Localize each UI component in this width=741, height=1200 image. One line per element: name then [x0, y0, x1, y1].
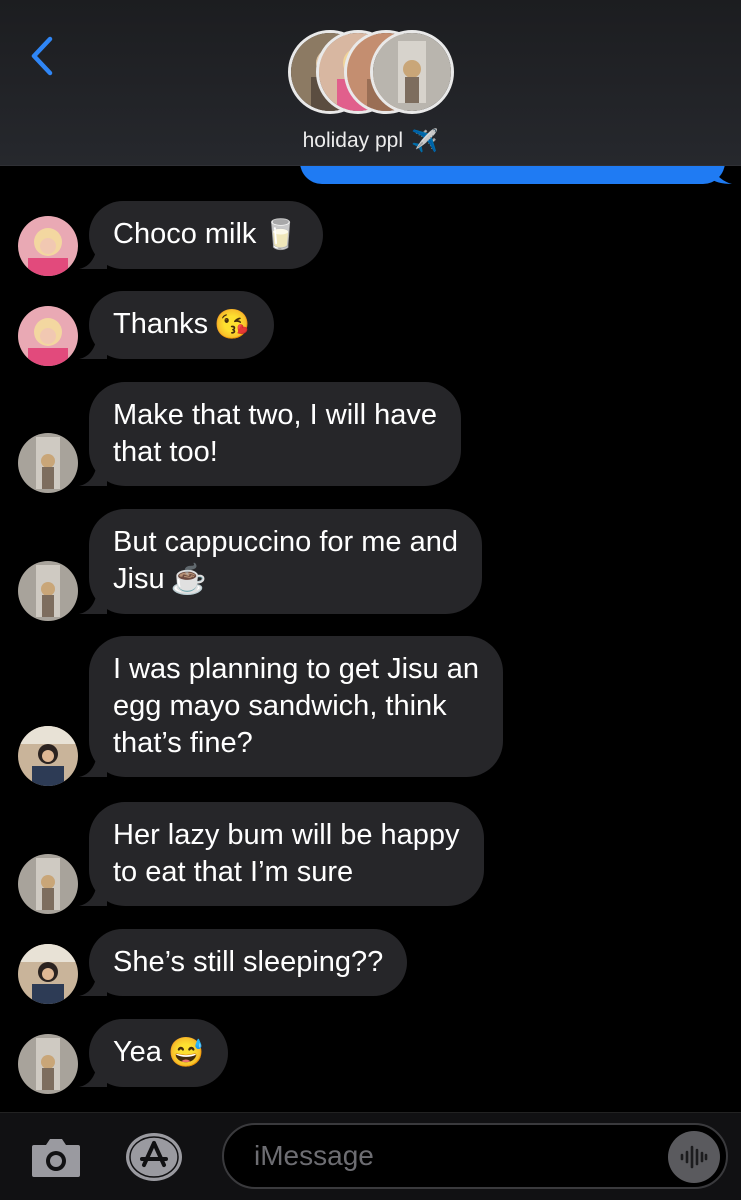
message-bubble[interactable]: Thanks 😘	[79, 291, 275, 359]
message-text: I was planning to get Jisu an egg mayo s…	[113, 653, 479, 759]
avatar-blonde[interactable]	[18, 306, 78, 366]
message-bubble[interactable]: She’s still sleeping??	[79, 929, 408, 996]
imessage-input[interactable]: iMessage	[222, 1123, 728, 1189]
bubble-tail	[79, 1062, 107, 1087]
conversation-title[interactable]: holiday ppl ✈️	[0, 124, 741, 158]
group-avatar-4	[370, 30, 454, 114]
bubble-tail	[79, 882, 107, 906]
airplane-emoji: ✈️	[411, 128, 439, 153]
bubble-tail	[79, 972, 107, 996]
sent-bubble-tail	[710, 166, 732, 184]
milk-emoji: 🥛	[262, 218, 299, 251]
avatar-dark-hair[interactable]	[18, 726, 78, 786]
avatar-blonde[interactable]	[18, 216, 78, 276]
message-bubble[interactable]: But cappuccino for me and Jisu ☕	[79, 509, 482, 614]
coffee-emoji: ☕	[170, 563, 207, 596]
chevron-left-icon	[31, 36, 53, 76]
bubble-tail	[79, 589, 107, 614]
message-text: Yea	[113, 1036, 162, 1068]
message-text: Make that two, I will have that too!	[113, 399, 437, 468]
avatar-dark-hair[interactable]	[18, 944, 78, 1004]
audio-message-button[interactable]	[668, 1131, 720, 1183]
conversation-title-text: holiday ppl	[302, 129, 403, 152]
avatar-hallway[interactable]	[18, 854, 78, 914]
avatar-hallway[interactable]	[18, 433, 78, 493]
bubble-tail	[79, 753, 107, 777]
audio-waveform-icon	[680, 1145, 708, 1169]
camera-icon	[32, 1139, 80, 1177]
group-avatars[interactable]	[288, 30, 458, 114]
sweat-smile-emoji: 😅	[167, 1036, 205, 1069]
conversation-header: holiday ppl ✈️	[0, 0, 741, 166]
bubble-tail	[79, 334, 107, 359]
kiss-emoji: 😘	[214, 308, 251, 341]
messages-screen: holiday ppl ✈️ Choco milk 🥛 Thanks 😘 Make …	[0, 0, 741, 1200]
message-input-bar: iMessage	[0, 1112, 741, 1200]
app-store-button[interactable]	[124, 1131, 188, 1183]
message-text: Thanks	[113, 308, 209, 340]
bubble-tail	[79, 244, 107, 269]
message-bubble[interactable]: I was planning to get Jisu an egg mayo s…	[79, 636, 503, 777]
imessage-placeholder: iMessage	[254, 1140, 374, 1171]
message-bubble[interactable]: Make that two, I will have that too!	[79, 382, 461, 486]
message-bubble[interactable]: Yea 😅	[79, 1019, 229, 1087]
avatar-hallway[interactable]	[18, 561, 78, 621]
camera-button[interactable]	[28, 1133, 84, 1181]
message-bubble[interactable]: Her lazy bum will be happy to eat that I…	[79, 802, 484, 906]
message-text: She’s still sleeping??	[113, 946, 384, 978]
app-store-icon	[126, 1133, 182, 1181]
message-text: Choco milk	[113, 218, 257, 250]
back-button[interactable]	[22, 34, 62, 78]
avatar-hallway[interactable]	[18, 1034, 78, 1094]
message-text: Her lazy bum will be happy to eat that I…	[113, 819, 460, 888]
bubble-tail	[79, 462, 107, 486]
message-text: But cappuccino for me and Jisu	[113, 526, 458, 595]
message-bubble[interactable]: Choco milk 🥛	[79, 201, 323, 269]
